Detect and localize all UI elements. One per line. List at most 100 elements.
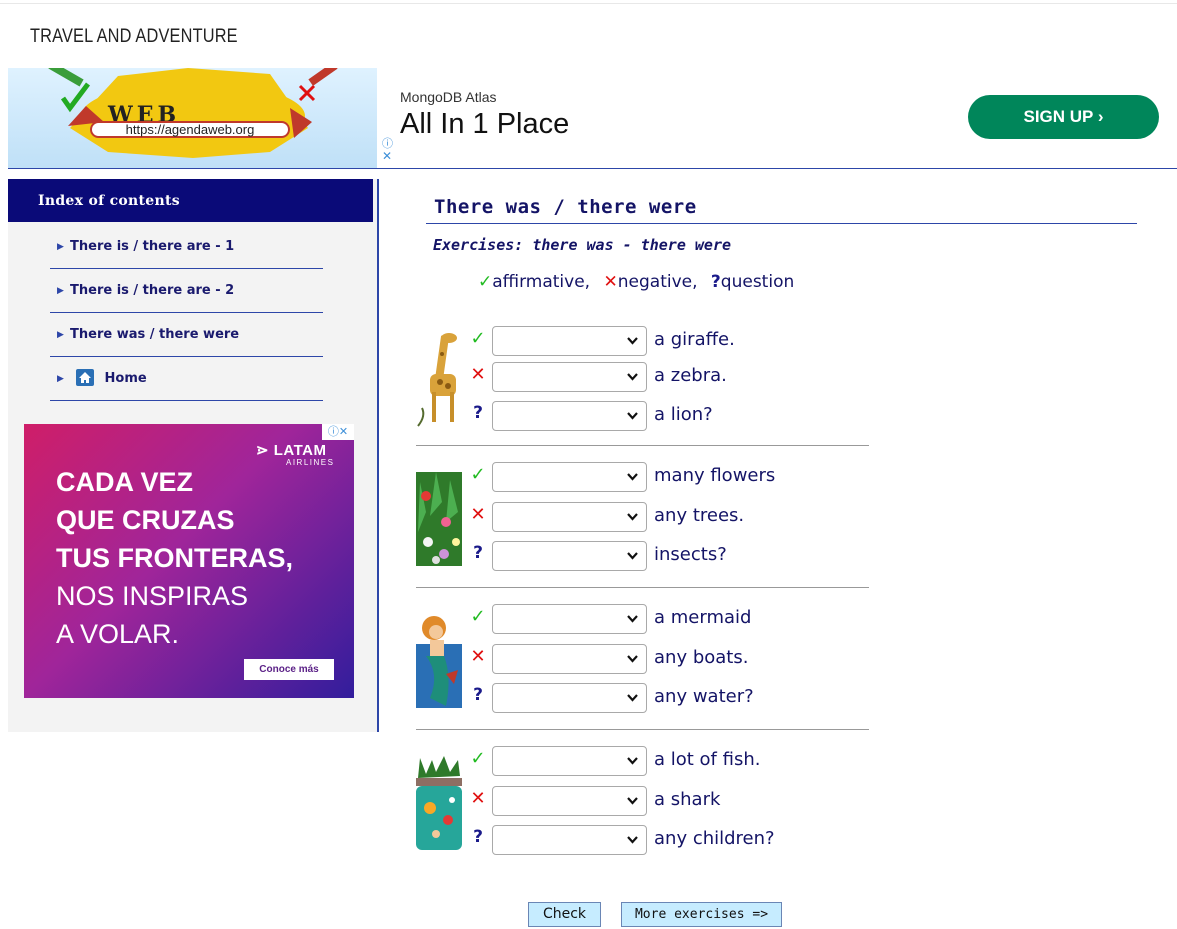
ad-line: A VOLAR. <box>56 619 180 649</box>
chevron-down-icon <box>627 552 638 560</box>
answer-select[interactable] <box>492 825 647 855</box>
sidebar: Index of contents ▶ There is / there are… <box>8 179 379 732</box>
cross-icon: ✕ <box>470 646 486 667</box>
ad-close-icon[interactable]: ✕ <box>382 150 392 162</box>
answer-select[interactable] <box>492 683 647 713</box>
check-icon: ✓ <box>470 748 486 769</box>
sidebar-item-there-is-2[interactable]: ▶ There is / there are - 2 <box>50 269 323 313</box>
title-divider <box>426 223 1137 224</box>
cross-icon: ✕ <box>470 364 486 385</box>
exercise-group-2: ✓ many flowers ✕ any trees. ? insects? <box>416 462 869 588</box>
sidebar-item-label: There is / there are - 1 <box>70 239 235 254</box>
agendaweb-logo[interactable]: WEB https://agendaweb.org <box>8 68 377 168</box>
ad-line: TUS FRONTERAS, <box>56 543 294 573</box>
home-icon <box>76 368 94 386</box>
exercise-phrase: a giraffe. <box>654 329 735 350</box>
giraffe-icon <box>417 333 457 427</box>
question-icon: ? <box>710 272 721 292</box>
latam-wing-icon: ⋗ <box>256 442 270 459</box>
triangle-right-icon: ▶ <box>57 286 64 296</box>
check-icon: ✓ <box>470 328 486 349</box>
answer-select[interactable] <box>492 326 647 356</box>
logo-artwork-icon <box>48 68 338 158</box>
chevron-down-icon <box>627 836 638 844</box>
exercise-phrase: any trees. <box>654 505 745 526</box>
check-button[interactable]: Check <box>528 902 601 927</box>
sidebar-item-there-is-1[interactable]: ▶ There is / there are - 1 <box>50 225 323 269</box>
chevron-down-icon <box>627 412 638 420</box>
page-title: There was / there were <box>434 196 697 218</box>
chevron-down-icon <box>627 513 638 521</box>
cross-icon: ✕ <box>603 272 618 292</box>
latam-ad[interactable]: ⓘ✕ ⋗ LATAM AIRLINES CADA VEZ QUE CRUZAS … <box>24 424 354 698</box>
exercise-subtitle: Exercises: there was - there were <box>433 236 732 254</box>
answer-select[interactable] <box>492 604 647 634</box>
answer-select[interactable] <box>492 502 647 532</box>
flowers-icon <box>416 472 462 566</box>
answer-select[interactable] <box>492 644 647 674</box>
exercise-phrase: a mermaid <box>654 607 752 628</box>
question-icon: ? <box>473 827 483 847</box>
question-icon: ? <box>473 543 483 563</box>
latam-brand: LATAM <box>273 442 327 459</box>
exercise-group-3: ✓ a mermaid ✕ any boats. ? any water? <box>416 604 869 730</box>
site-title: TRAVEL AND ADVENTURE <box>30 26 238 47</box>
exercise-phrase: any boats. <box>654 647 749 668</box>
more-exercises-button[interactable]: More exercises => <box>621 902 782 927</box>
mermaid-icon <box>416 616 462 708</box>
chevron-down-icon <box>627 655 638 663</box>
exercise-phrase: a zebra. <box>654 365 727 386</box>
answer-select[interactable] <box>492 462 647 492</box>
ad-line: NOS INSPIRAS <box>56 581 249 611</box>
exercise-phrase: a lion? <box>654 404 713 425</box>
banner-row: WEB https://agendaweb.org MongoDB Atlas … <box>8 68 1177 169</box>
exercise-phrase: insects? <box>654 544 727 565</box>
mongodb-ad[interactable]: MongoDB Atlas All In 1 Place ⓘ ✕ SIGN UP… <box>376 68 1177 168</box>
exercise-phrase: many flowers <box>654 465 776 486</box>
logo-url: https://agendaweb.org <box>90 121 290 138</box>
answer-select[interactable] <box>492 401 647 431</box>
check-icon: ✓ <box>470 606 486 627</box>
chevron-down-icon <box>627 757 638 765</box>
question-icon: ? <box>473 403 483 423</box>
sidebar-nav: ▶ There is / there are - 1 ▶ There is / … <box>50 225 323 401</box>
legend-question: question <box>720 272 795 292</box>
exercise-phrase: any water? <box>654 686 754 707</box>
sidebar-item-label: There is / there are - 2 <box>70 283 235 298</box>
ad-line: CADA VEZ <box>56 467 194 497</box>
exercise-group-1: ✓ a giraffe. ✕ a zebra. ? a lion? <box>416 326 869 446</box>
exercise-group-4: ✓ a lot of fish. ✕ a shark ? any childre… <box>416 746 869 872</box>
pool-icon <box>416 756 462 850</box>
check-icon: ✓ <box>478 272 493 292</box>
sidebar-item-label: There was / there were <box>70 327 240 342</box>
ad-close-icon[interactable]: ⓘ✕ <box>322 424 354 440</box>
exercise-phrase: any children? <box>654 828 775 849</box>
legend-negative: negative, <box>617 272 698 292</box>
answer-select[interactable] <box>492 746 647 776</box>
latam-logo: ⋗ LATAM <box>256 441 327 459</box>
ad-brand: MongoDB Atlas <box>400 89 497 105</box>
triangle-right-icon: ▶ <box>57 374 64 384</box>
exercise-phrase: a shark <box>654 789 721 810</box>
answer-select[interactable] <box>492 362 647 392</box>
chevron-down-icon <box>627 337 638 345</box>
latam-airlines: AIRLINES <box>286 458 335 467</box>
answer-select[interactable] <box>492 786 647 816</box>
chevron-down-icon <box>627 473 638 481</box>
sidebar-item-home[interactable]: ▶ Home <box>50 357 323 401</box>
top-divider <box>0 3 1177 4</box>
answer-select[interactable] <box>492 541 647 571</box>
ad-cta-button[interactable]: Conoce más <box>244 659 334 680</box>
ad-signup-button[interactable]: SIGN UP › <box>968 95 1159 139</box>
cross-icon: ✕ <box>470 788 486 809</box>
ad-line: QUE CRUZAS <box>56 505 235 535</box>
triangle-right-icon: ▶ <box>57 242 64 252</box>
chevron-down-icon <box>627 373 638 381</box>
check-icon: ✓ <box>470 464 486 485</box>
question-icon: ? <box>473 685 483 705</box>
sidebar-item-there-was[interactable]: ▶ There was / there were <box>50 313 323 357</box>
exercise-phrase: a lot of fish. <box>654 749 761 770</box>
chevron-down-icon <box>627 615 638 623</box>
chevron-down-icon <box>627 694 638 702</box>
sidebar-item-label: Home <box>104 371 147 386</box>
